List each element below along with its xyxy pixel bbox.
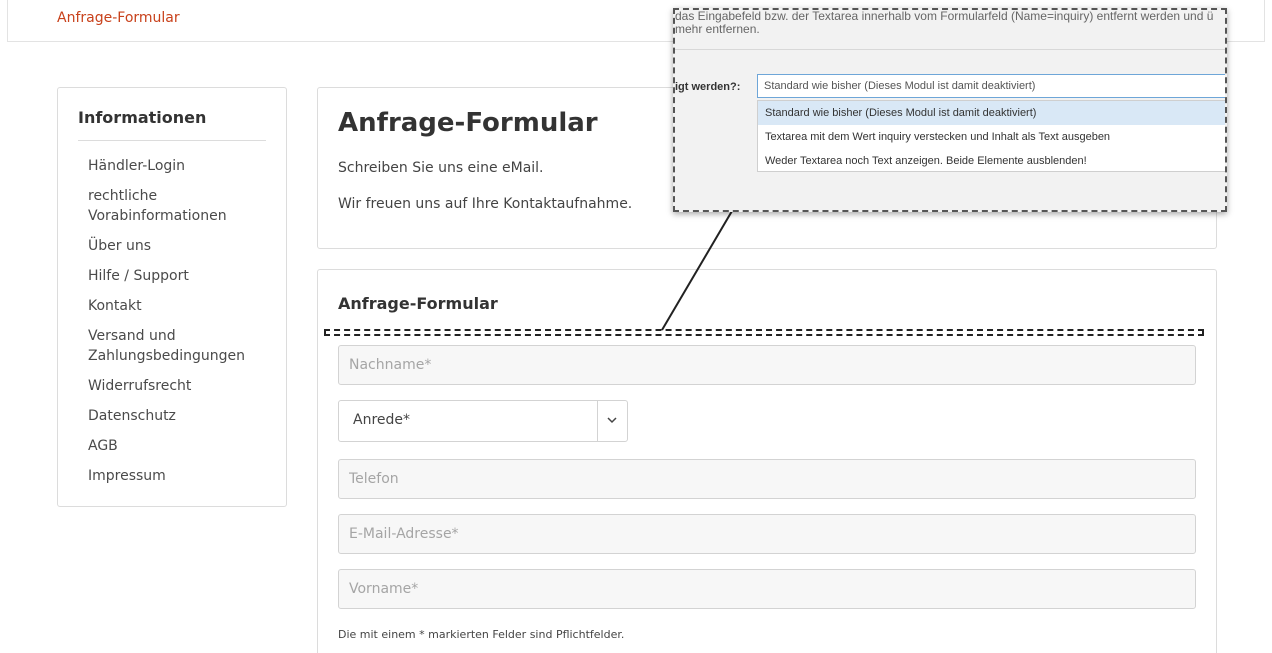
sidebar-item-ueber-uns[interactable]: Über uns — [88, 236, 278, 256]
sidebar-item-widerrufsrecht[interactable]: Widerrufsrecht — [88, 376, 278, 396]
settings-callout: das Eingabefeld bzw. der Textarea innerh… — [673, 8, 1227, 212]
hidden-inquiry-marker — [324, 329, 1204, 336]
sidebar-item-versand[interactable]: Versand und Zahlungsbedingungen — [88, 326, 278, 366]
required-fields-note: Die mit einem * markierten Felder sind P… — [338, 628, 625, 641]
callout-text-1: das Eingabefeld bzw. der Textarea innerh… — [675, 9, 1214, 23]
sidebar-item-kontakt[interactable]: Kontakt — [88, 296, 278, 316]
mode-dropdown-list: Standard wie bisher (Dieses Modul ist da… — [757, 100, 1225, 173]
breadcrumb-link[interactable]: Anfrage-Formular — [57, 10, 180, 26]
lastname-input[interactable] — [338, 345, 1196, 385]
sidebar-item-haendler-login[interactable]: Händler-Login — [88, 156, 278, 176]
sidebar-divider — [78, 140, 266, 141]
mode-select[interactable]: Standard wie bisher (Dieses Modul ist da… — [757, 74, 1225, 98]
email-input[interactable] — [338, 514, 1196, 554]
sidebar-item-agb[interactable]: AGB — [88, 436, 278, 456]
sidebar-item-datenschutz[interactable]: Datenschutz — [88, 406, 278, 426]
page-title: Anfrage-Formular — [338, 108, 598, 138]
sidebar-item-impressum[interactable]: Impressum — [88, 466, 278, 486]
chevron-down-icon — [597, 401, 627, 441]
callout-divider — [675, 49, 1225, 50]
intro-text-2: Wir freuen uns auf Ihre Kontaktaufnahme. — [338, 196, 633, 212]
sidebar-menu: Händler-Login rechtliche Vorabinformatio… — [88, 156, 278, 496]
sidebar-title: Informationen — [78, 108, 207, 127]
phone-input[interactable] — [338, 459, 1196, 499]
salutation-value: Anrede* — [353, 412, 411, 428]
mode-option-hide-both[interactable]: Weder Textarea noch Text anzeigen. Beide… — [758, 149, 1225, 173]
firstname-input[interactable] — [338, 569, 1196, 609]
mode-option-hide-textarea[interactable]: Textarea mit dem Wert inquiry verstecken… — [758, 125, 1225, 149]
salutation-select[interactable]: Anrede* — [338, 400, 628, 442]
callout-field-label: igt werden?: — [675, 81, 741, 93]
mode-option-standard[interactable]: Standard wie bisher (Dieses Modul ist da… — [758, 101, 1225, 125]
form-card: Anfrage-Formular Anrede* Die mit einem *… — [317, 269, 1217, 653]
sidebar-item-hilfe-support[interactable]: Hilfe / Support — [88, 266, 278, 286]
form-title: Anfrage-Formular — [338, 294, 498, 313]
sidebar-item-vorabinformationen[interactable]: rechtliche Vorabinformationen — [88, 186, 278, 226]
sidebar: Informationen Händler-Login rechtliche V… — [57, 87, 287, 507]
intro-text-1: Schreiben Sie uns eine eMail. — [338, 160, 544, 176]
callout-text-2: mehr entfernen. — [675, 22, 760, 36]
